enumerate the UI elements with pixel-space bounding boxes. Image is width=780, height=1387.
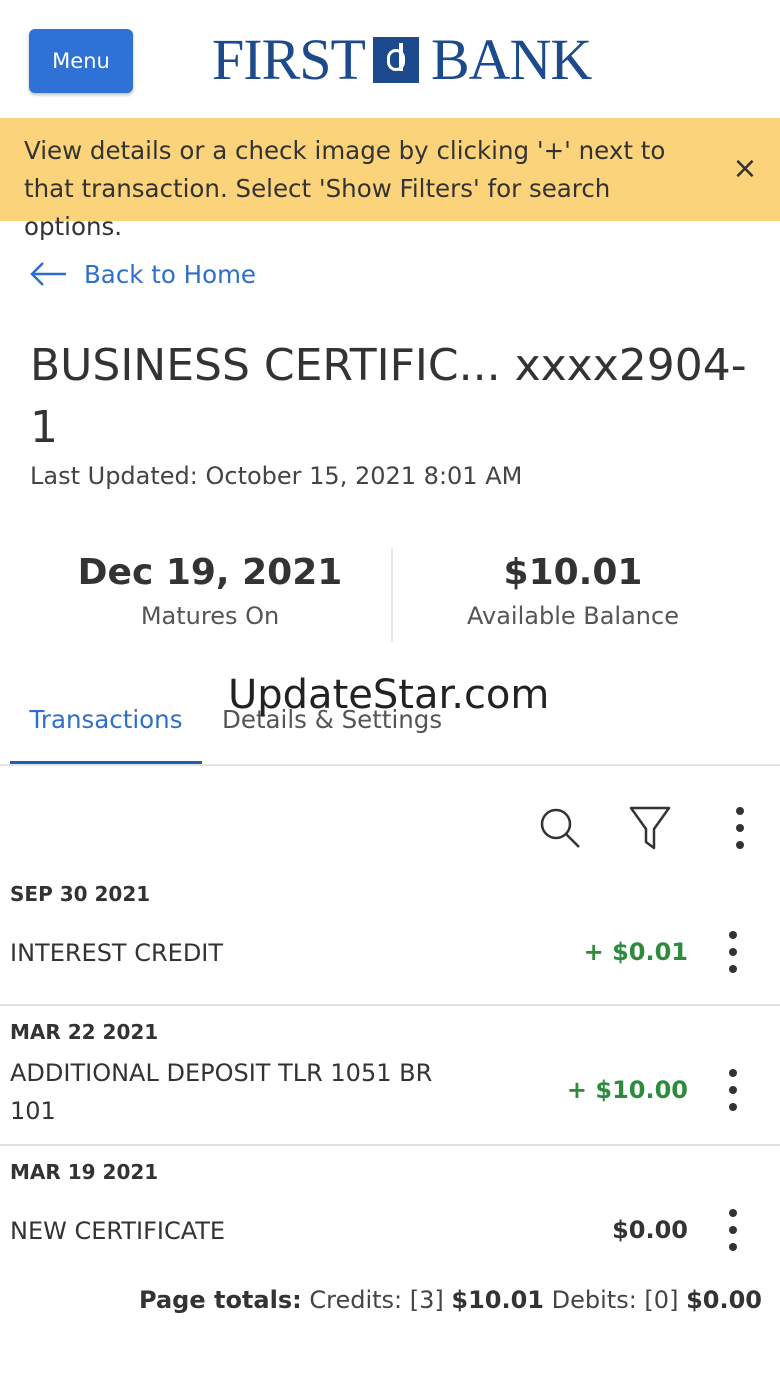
transaction-amount: + $0.01 [583, 938, 688, 966]
back-link-label: Back to Home [84, 259, 257, 289]
arrow-left-icon [30, 262, 66, 286]
more-vertical-icon [736, 807, 744, 849]
tab-transactions-label: Transactions [29, 705, 183, 734]
last-updated: Last Updated: October 15, 2021 8:01 AM [30, 462, 523, 490]
transaction-more-button[interactable] [720, 1206, 746, 1254]
tab-bar: Transactions Details & Settings [0, 692, 780, 766]
account-summary: Dec 19, 2021 Matures On $10.01 Available… [0, 548, 780, 642]
more-vertical-icon [729, 931, 737, 973]
page-totals: Page totals: Credits: [3] $10.01 Debits:… [139, 1286, 762, 1314]
maturity-label: Matures On [140, 602, 280, 630]
balance-label: Available Balance [467, 602, 679, 630]
transaction-description: ADDITIONAL DEPOSIT TLR 1051 BR 101 [10, 1059, 433, 1125]
search-icon [540, 808, 580, 848]
transaction-row[interactable]: MAR 22 2021 ADDITIONAL DEPOSIT TLR 1051 … [0, 1006, 780, 1146]
page-title: BUSINESS CERTIFIC... xxxx2904-1 [30, 335, 760, 459]
transaction-amount: $0.00 [612, 1216, 688, 1244]
menu-button[interactable]: Menu [29, 29, 133, 93]
tab-details-settings[interactable]: Details & Settings [222, 692, 442, 764]
banner-message: View details or a check image by clickin… [24, 136, 666, 241]
maturity-stat: Dec 19, 2021 Matures On [30, 548, 390, 630]
totals-label: Page totals: [139, 1286, 302, 1314]
transactions-toolbar [0, 800, 780, 856]
toolbar-more-button[interactable] [715, 800, 765, 856]
account-name: BUSINESS CERTIFIC... [30, 340, 501, 391]
tab-divider [0, 764, 780, 766]
transaction-date: SEP 30 2021 [10, 882, 151, 906]
more-vertical-icon [729, 1209, 737, 1251]
filter-icon [629, 806, 671, 850]
tab-details-label: Details & Settings [222, 705, 443, 734]
logo-text-bank: BANK [430, 27, 592, 92]
filter-button[interactable] [625, 800, 675, 856]
debits-label: Debits: [0] [551, 1286, 679, 1314]
logo-text-first: FIRST [212, 27, 366, 92]
available-balance: $10.01 [503, 552, 643, 593]
debits-total: $0.00 [686, 1286, 762, 1314]
credits-label: Credits: [3] [309, 1286, 444, 1314]
transaction-amount: + $10.00 [566, 1076, 688, 1104]
info-banner: View details or a check image by clickin… [0, 118, 780, 241]
transaction-more-button[interactable] [720, 928, 746, 976]
bank-logo-mark-icon [372, 37, 419, 83]
balance-stat: $10.01 Available Balance [393, 548, 753, 630]
transaction-row[interactable]: MAR 19 2021 NEW CERTIFICATE $0.00 [0, 1146, 780, 1266]
bank-logo: FIRST BANK [212, 27, 592, 92]
close-icon[interactable]: × [730, 154, 760, 184]
transaction-description: NEW CERTIFICATE [10, 1217, 226, 1245]
transaction-date: MAR 22 2021 [10, 1020, 159, 1044]
transaction-date: MAR 19 2021 [10, 1160, 159, 1184]
transaction-row[interactable]: SEP 30 2021 INTEREST CREDIT + $0.01 [0, 870, 780, 1006]
transaction-description: INTEREST CREDIT [10, 939, 224, 967]
search-button[interactable] [535, 800, 585, 856]
transaction-more-button[interactable] [720, 1066, 746, 1114]
more-vertical-icon [729, 1069, 737, 1111]
app-header: Menu FIRST BANK [0, 0, 780, 118]
maturity-date: Dec 19, 2021 [77, 552, 343, 593]
back-to-home-link[interactable]: Back to Home [30, 254, 256, 294]
credits-total: $10.01 [451, 1286, 545, 1314]
tab-transactions[interactable]: Transactions [10, 692, 202, 766]
